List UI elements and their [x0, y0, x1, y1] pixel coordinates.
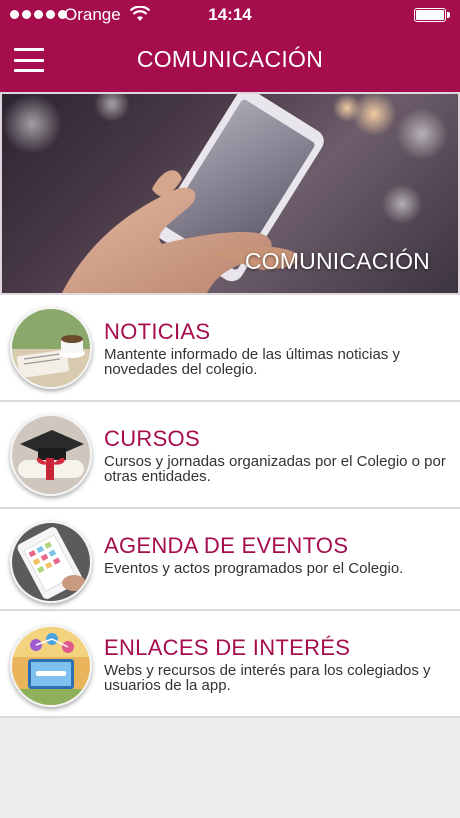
nav-bar: COMUNICACIÓN	[0, 30, 460, 92]
cursos-title: CURSOS	[104, 426, 200, 451]
calendar-tablet-icon	[10, 521, 92, 603]
status-time: 14:14	[208, 5, 252, 24]
hero-caption: COMUNICACIÓN	[244, 248, 430, 274]
status-bar: Orange 14:14	[0, 0, 460, 30]
agenda-eventos-title: AGENDA DE EVENTOS	[104, 533, 349, 558]
list-item-noticias[interactable]: NOTICIAS Mantente informado de las últim…	[0, 295, 460, 402]
menu-list: NOTICIAS Mantente informado de las últim…	[0, 295, 460, 718]
network-links-icon	[10, 625, 92, 707]
noticias-title: NOTICIAS	[104, 319, 211, 344]
enlaces-interes-title: ENLACES DE INTERÉS	[104, 635, 351, 660]
hero-banner: COMUNICACIÓN	[0, 92, 460, 295]
agenda-eventos-description: Eventos y actos programados por el Coleg…	[104, 560, 404, 577]
graduation-cap-icon	[10, 414, 92, 496]
noticias-description: Mantente informado de las últimas notici…	[104, 346, 400, 378]
list-item-enlaces-interes[interactable]: ENLACES DE INTERÉS Webs y recursos de in…	[0, 611, 460, 718]
newspaper-coffee-icon	[10, 307, 92, 389]
list-item-agenda-eventos[interactable]: AGENDA DE EVENTOS Eventos y actos progra…	[0, 509, 460, 611]
enlaces-interes-description: Webs y recursos de interés para los cole…	[104, 662, 431, 694]
cursos-description: Cursos y jornadas organizadas por el Col…	[104, 453, 446, 485]
list-item-cursos[interactable]: CURSOS Cursos y jornadas organizadas por…	[0, 402, 460, 509]
page-title: COMUNICACIÓN	[136, 46, 324, 72]
battery-icon	[414, 8, 450, 22]
